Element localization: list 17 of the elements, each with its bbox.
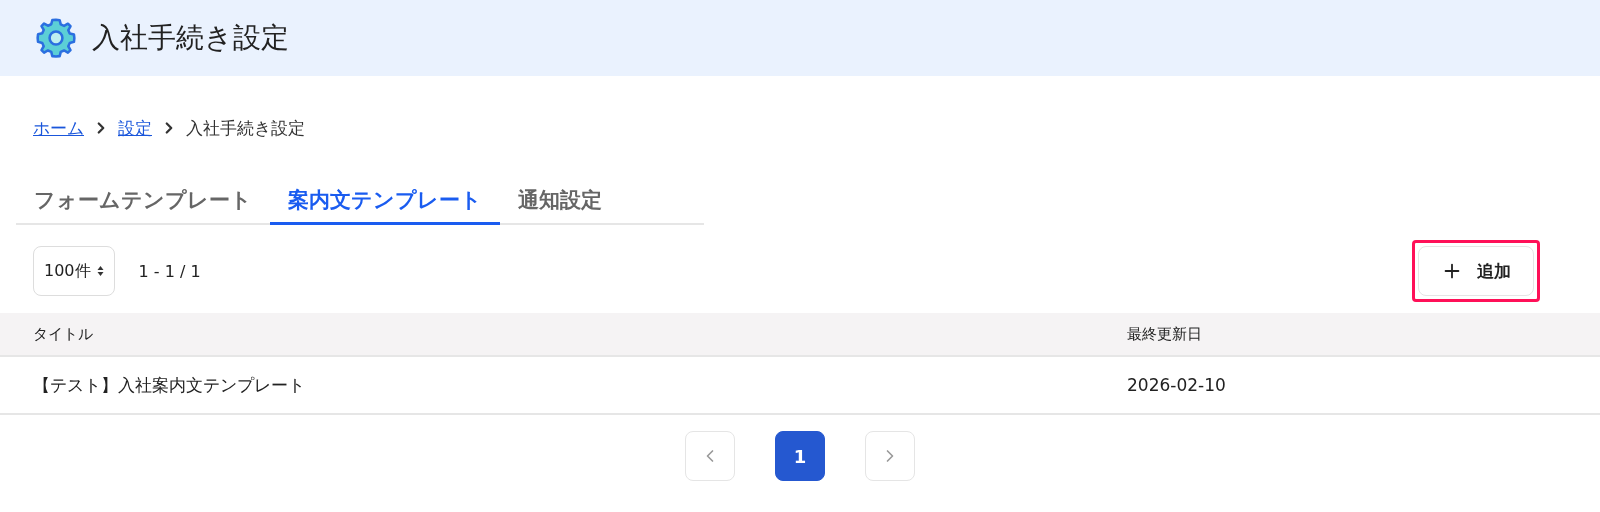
breadcrumb-link[interactable]: 設定 bbox=[118, 116, 152, 140]
table-cell-text: 2026-02-10 bbox=[1127, 375, 1227, 395]
tab[interactable]: 通知設定 bbox=[500, 178, 620, 225]
column-header: 最終更新日 bbox=[1127, 324, 1203, 344]
add-button[interactable]: 追加 bbox=[1418, 246, 1534, 296]
table-cell-text: 【テスト】入社案内文テンプレート bbox=[33, 373, 306, 397]
tab[interactable]: フォームテンプレート bbox=[16, 178, 270, 225]
breadcrumb-current: 入社手続き設定 bbox=[186, 116, 305, 140]
page-size-select[interactable]: 100件 bbox=[33, 246, 115, 296]
sort-arrows-icon bbox=[96, 265, 104, 277]
column-header: タイトル bbox=[33, 324, 94, 344]
record-range: 1 - 1 / 1 bbox=[138, 261, 201, 281]
page-button[interactable]: 1 bbox=[775, 431, 825, 481]
breadcrumb-link[interactable]: ホーム bbox=[33, 116, 84, 140]
gear-icon bbox=[34, 16, 78, 60]
tab[interactable]: 案内文テンプレート bbox=[270, 178, 500, 225]
page-title: 入社手続き設定 bbox=[92, 20, 289, 56]
